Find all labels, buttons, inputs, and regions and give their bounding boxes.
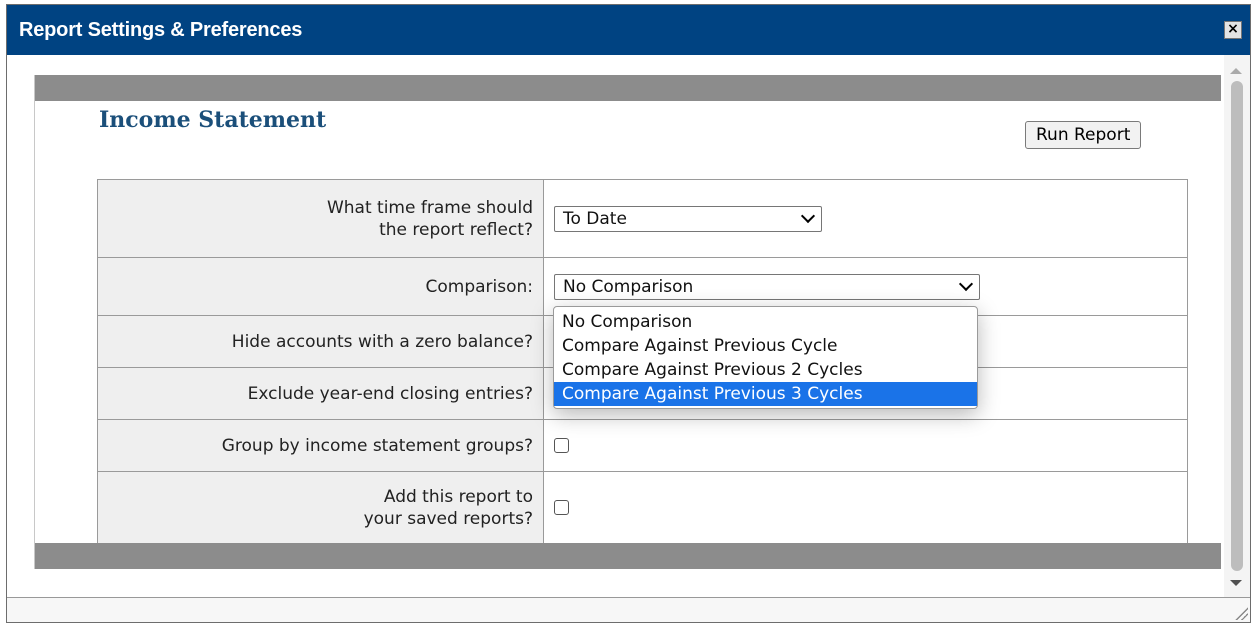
setting-row-group-by: Group by income statement groups?: [97, 419, 1188, 472]
add-saved-checkbox[interactable]: [554, 500, 569, 515]
comparison-option[interactable]: Compare Against Previous Cycle: [554, 334, 977, 358]
time-frame-cell: To Date: [543, 179, 1188, 258]
comparison-label: Comparison:: [97, 257, 544, 316]
comparison-selected-value: No Comparison: [563, 276, 694, 297]
comparison-option[interactable]: Compare Against Previous 2 Cycles: [554, 358, 977, 382]
add-saved-cell: [543, 471, 1188, 544]
setting-row-time-frame: What time frame should the report reflec…: [97, 179, 1188, 258]
exclude-closing-label: Exclude year-end closing entries?: [97, 367, 544, 420]
report-title: Income Statement: [99, 107, 327, 133]
dialog-statusbar: [7, 597, 1250, 622]
comparison-dropdown-list[interactable]: No Comparison Compare Against Previous C…: [553, 306, 978, 409]
vertical-scrollbar[interactable]: [1224, 55, 1250, 601]
time-frame-label-line1: What time frame should: [326, 197, 533, 218]
panel-footer-band: [35, 543, 1221, 569]
group-by-label: Group by income statement groups?: [97, 419, 544, 472]
comparison-option-highlighted[interactable]: Compare Against Previous 3 Cycles: [554, 382, 977, 406]
scrollbar-thumb[interactable]: [1231, 81, 1243, 571]
comparison-option[interactable]: No Comparison: [554, 310, 977, 334]
run-report-button[interactable]: Run Report: [1025, 121, 1142, 149]
group-by-cell: [543, 419, 1188, 472]
setting-row-add-saved: Add this report to your saved reports?: [97, 471, 1188, 544]
hide-zero-label: Hide accounts with a zero balance?: [97, 315, 544, 368]
panel-header-band: [35, 75, 1221, 101]
comparison-select[interactable]: No Comparison: [554, 273, 980, 300]
add-saved-label: Add this report to your saved reports?: [97, 471, 544, 544]
scroll-down-icon[interactable]: [1230, 580, 1242, 586]
scroll-up-icon[interactable]: [1230, 68, 1242, 74]
chevron-down-icon: [958, 276, 974, 291]
add-saved-label-line2: your saved reports?: [363, 508, 533, 529]
dialog-title: Report Settings & Preferences: [19, 18, 303, 41]
add-saved-label-line1: Add this report to: [383, 486, 533, 507]
time-frame-label-line2: the report reflect?: [379, 219, 533, 240]
time-frame-label: What time frame should the report reflec…: [97, 179, 544, 258]
time-frame-select[interactable]: To Date: [554, 205, 822, 232]
group-by-checkbox[interactable]: [554, 438, 569, 453]
close-icon[interactable]: ×: [1224, 21, 1242, 39]
time-frame-selected-value: To Date: [563, 208, 627, 229]
chevron-down-icon: [800, 208, 816, 223]
resize-grip-icon[interactable]: [1234, 606, 1248, 620]
dialog-titlebar[interactable]: Report Settings & Preferences ×: [7, 5, 1250, 55]
